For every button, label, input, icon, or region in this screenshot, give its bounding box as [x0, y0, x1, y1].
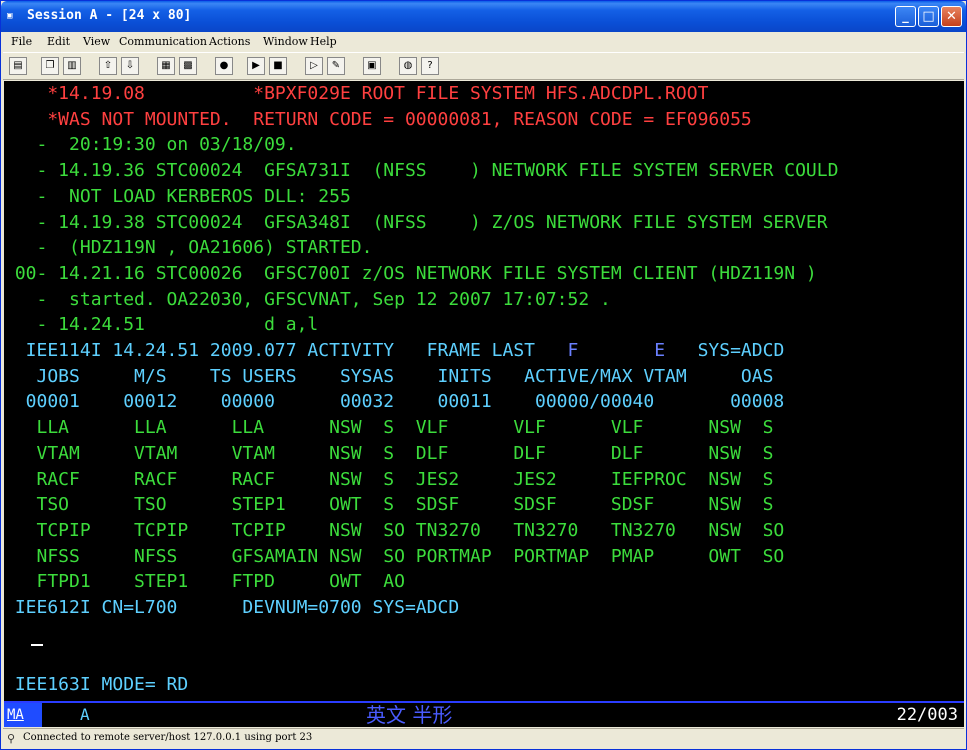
menu-edit[interactable]: Edit — [47, 35, 70, 48]
terminal-segment: SYS=ADCD — [686, 340, 785, 361]
terminal-line: LLA LLA LLA NSW S VLF VLF VLF NSW S — [4, 417, 774, 439]
terminal-screen[interactable]: *14.19.08 *BPXF029E ROOT FILE SYSTEM HFS… — [4, 81, 964, 701]
menu-help[interactable]: Help — [310, 35, 337, 48]
connection-icon: ⚲ — [7, 732, 16, 745]
terminal-line: - started. OA22030, GFSCVNAT, Sep 12 200… — [4, 288, 611, 310]
terminal-line: 00- 14.21.16 STC00026 GFSC700I z/OS NETW… — [4, 262, 817, 284]
keypad-icon[interactable]: ▩ — [179, 57, 197, 75]
play-macro-icon[interactable]: ▶ — [247, 57, 265, 75]
paste-icon[interactable]: ▥ — [63, 57, 81, 75]
oia-indicator: A — [80, 705, 90, 724]
terminal-line: IEE163I MODE= RD — [4, 674, 189, 696]
terminal-segment: E — [643, 340, 687, 361]
status-bar: ⚲ Connected to remote server/host 127.0.… — [3, 728, 964, 748]
copy-icon[interactable]: ❐ — [41, 57, 59, 75]
status-text: Connected to remote server/host 127.0.0.… — [23, 732, 313, 743]
stop-macro-icon[interactable]: ■ — [269, 57, 287, 75]
ime-status: 英文 半形 — [366, 703, 453, 727]
menu-actions[interactable]: Actions — [209, 35, 250, 48]
close-button[interactable]: ✕ — [941, 6, 962, 27]
terminal-line: TSO TSO STEP1 OWT S SDSF SDSF SDSF NSW S — [4, 494, 774, 516]
terminal-line: - NOT LOAD KERBEROS DLL: 255 — [4, 185, 351, 207]
terminal-line: IEE612I CN=L700 DEVNUM=0700 SYS=ADCD — [4, 597, 460, 618]
terminal-line: RACF RACF RACF NSW S JES2 JES2 IEFPROC N… — [4, 468, 774, 490]
run-macro-icon[interactable]: ▷ — [305, 57, 323, 75]
terminal-line: NFSS NFSS GFSAMAIN NSW SO PORTMAP PORTMA… — [4, 545, 785, 567]
text-cursor — [31, 644, 43, 646]
window-title: Session A - [24 x 80] — [27, 8, 192, 23]
record-macro-icon[interactable]: ● — [215, 57, 233, 75]
terminal-line: TCPIP TCPIP TCPIP NSW SO TN3270 TN3270 T… — [4, 519, 785, 541]
emulator-window: ▣ Session A - [24 x 80] _ □ ✕ File Edit … — [0, 0, 967, 750]
terminal-segment: F — [556, 340, 644, 361]
terminal-line: - 14.19.38 STC00024 GFSA348I (NFSS ) Z/O… — [4, 211, 828, 233]
menu-window[interactable]: Window — [263, 35, 308, 48]
terminal-line: JOBS M/S TS USERS SYSAS INITS ACTIVE/MAX… — [4, 365, 774, 387]
help-icon[interactable]: ? — [421, 57, 439, 75]
operator-information-area: MA A 英文 半形 22/003 — [4, 701, 964, 727]
terminal-line: - 14.24.51 d a,l — [4, 314, 319, 336]
send-icon[interactable]: ⇧ — [99, 57, 117, 75]
terminal-line: *14.19.08 *BPXF029E ROOT FILE SYSTEM HFS… — [4, 83, 709, 104]
cursor-position: 22/003 — [896, 705, 958, 725]
menu-view[interactable]: View — [83, 35, 110, 48]
terminal-line: VTAM VTAM VTAM NSW S DLF DLF DLF NSW S — [4, 442, 774, 464]
terminal-line: FTPD1 STEP1 FTPD OWT AO — [4, 571, 405, 593]
toolbar: ▤ ❐ ▥ ⇧ ⇩ ▦ ▩ ● ▶ ■ ▷ ✎ ▣ ◍ ? — [3, 52, 964, 80]
terminal-line: - 20:19:30 on 03/18/09. — [4, 134, 297, 156]
maximize-button[interactable]: □ — [918, 6, 939, 27]
minimize-button[interactable]: _ — [895, 6, 916, 27]
terminal-line: IEE114I 14.24.51 2009.077 ACTIVITY FRAME… — [4, 338, 785, 363]
terminal-segment: IEE114I 14.24.51 2009.077 ACTIVITY FRAME… — [4, 340, 557, 361]
clipboard-icon[interactable]: ▣ — [363, 57, 381, 75]
terminal-icon[interactable]: ▣ — [7, 9, 23, 24]
title-bar[interactable]: ▣ Session A - [24 x 80] _ □ ✕ — [1, 1, 966, 32]
menu-file[interactable]: File — [11, 35, 32, 48]
globe-icon[interactable]: ◍ — [399, 57, 417, 75]
menu-bar: File Edit View Communication Actions Win… — [3, 32, 964, 52]
edit-macro-icon[interactable]: ✎ — [327, 57, 345, 75]
display-icon[interactable]: ▦ — [157, 57, 175, 75]
oia-mode: MA — [4, 703, 42, 727]
terminal-line: - 14.19.36 STC00024 GFSA731I (NFSS ) NET… — [4, 160, 839, 182]
receive-icon[interactable]: ⇩ — [121, 57, 139, 75]
terminal-line: *WAS NOT MOUNTED. RETURN CODE = 00000081… — [4, 108, 752, 130]
terminal-line: - (HDZ119N , OA21606) STARTED. — [4, 237, 373, 259]
terminal-line: 00001 00012 00000 00032 00011 00000/0004… — [4, 391, 785, 413]
menu-communication[interactable]: Communication — [119, 35, 207, 48]
print-screen-icon[interactable]: ▤ — [9, 57, 27, 75]
